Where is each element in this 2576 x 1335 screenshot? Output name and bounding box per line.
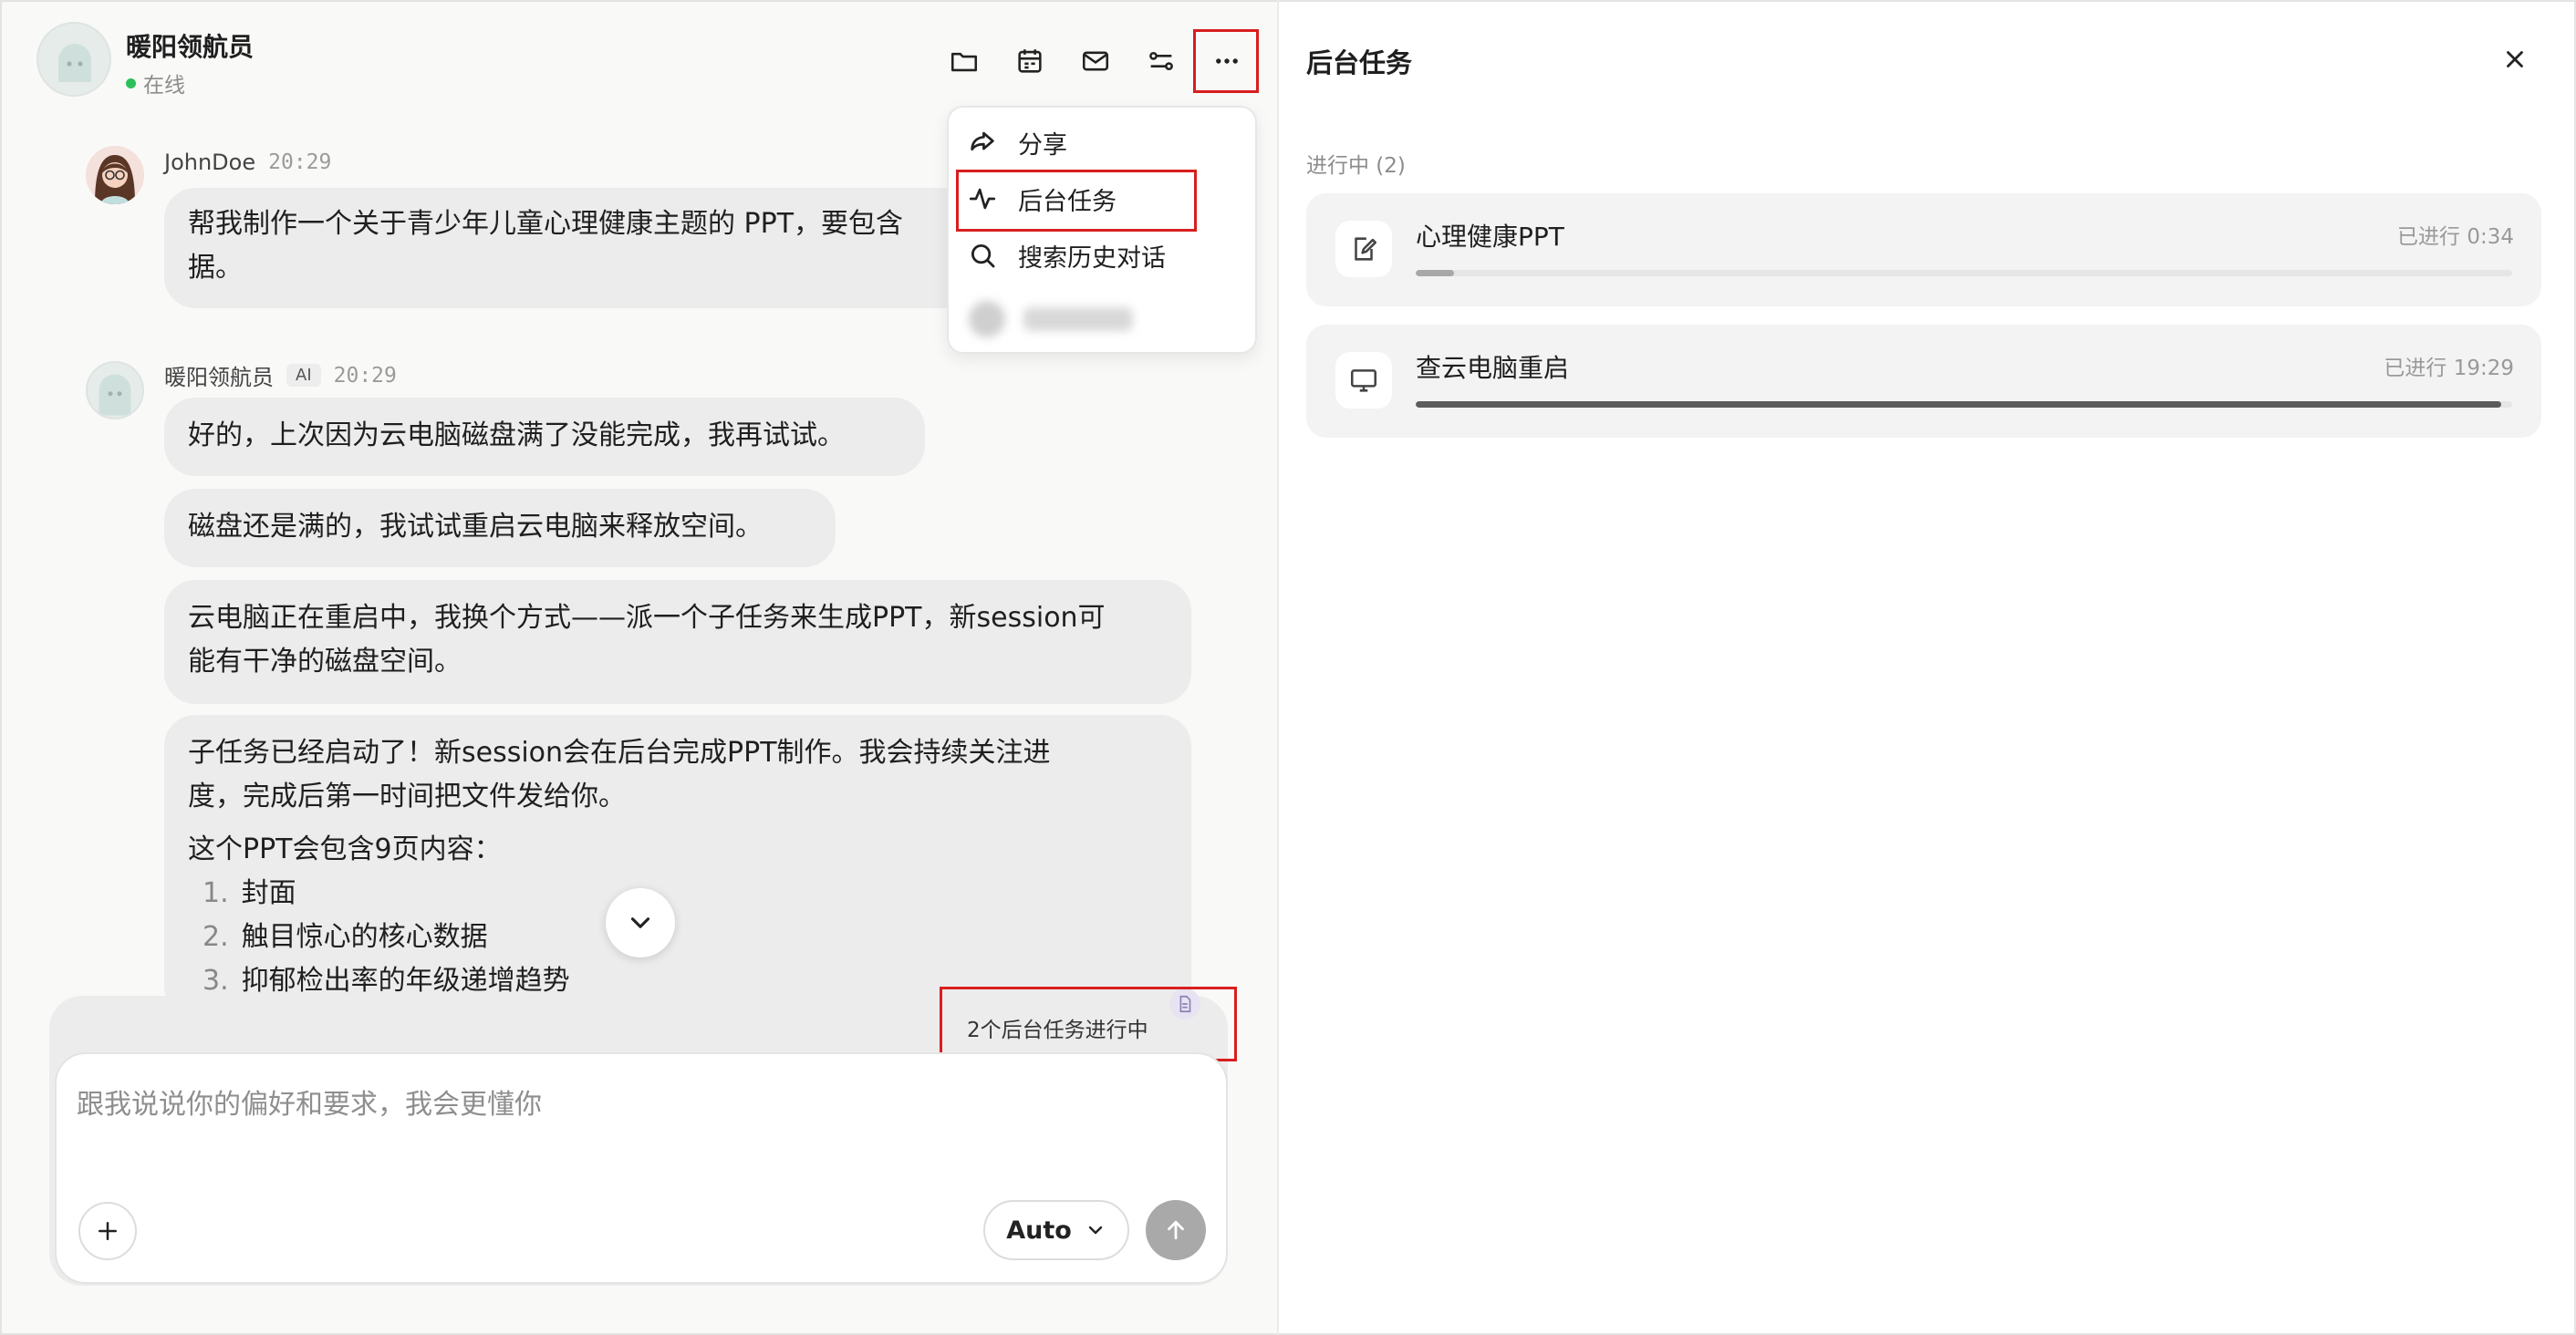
user-name: JohnDoe xyxy=(164,150,256,175)
task-progress-fill xyxy=(1416,401,2501,408)
calendar-icon xyxy=(1018,49,1042,73)
ghost-icon xyxy=(58,44,91,82)
highlight-background-tasks-item xyxy=(956,170,1197,232)
ai-message-bubble-3: 云电脑正在重启中，我换个方式——派一个子任务来生成PPT，新session可 能… xyxy=(164,580,1191,704)
calendar-button[interactable] xyxy=(1007,38,1053,84)
edit-doc-icon xyxy=(1355,237,1377,261)
monitor-icon xyxy=(1350,369,1377,392)
ppt-outline-list: 1. 封面 2. 触目惊心的核心数据 3. 抑郁检出率的年级递增趋势 xyxy=(188,872,1168,1003)
redacted-label xyxy=(1023,307,1133,331)
scroll-down-button[interactable] xyxy=(606,888,675,957)
share-icon xyxy=(971,131,994,151)
folder-icon xyxy=(950,52,978,72)
list-item: 2. 触目惊心的核心数据 xyxy=(203,921,488,953)
agent-name: 暖阳领航员 xyxy=(126,32,254,62)
user-timestamp: 20:29 xyxy=(268,150,332,174)
mode-select[interactable]: Auto xyxy=(983,1200,1129,1260)
send-button[interactable] xyxy=(1146,1200,1206,1260)
task-title: 心理健康PPT xyxy=(1416,222,1564,252)
menu-item-label: 分享 xyxy=(1018,130,1067,160)
user-sender-line: JohnDoe 20:29 xyxy=(164,150,331,175)
task-title: 查云电脑重启 xyxy=(1416,353,1570,383)
ai-message-4-line-2: 度，完成后第一时间把文件发给你。 xyxy=(188,781,626,812)
mode-label: Auto xyxy=(1006,1216,1072,1245)
agent-avatar xyxy=(36,22,111,97)
close-button[interactable] xyxy=(2496,40,2534,78)
list-item: 1. 封面 xyxy=(203,877,296,909)
task-progress-bar xyxy=(1416,270,2512,276)
ai-message-4-line-1: 子任务已经启动了！新session会在后台完成PPT制作。我会持续关注进 xyxy=(188,737,1051,769)
input-placeholder: 跟我说说你的偏好和要求，我会更懂你 xyxy=(77,1089,542,1121)
workflow-button[interactable] xyxy=(1138,38,1184,84)
panel-title: 后台任务 xyxy=(1306,47,1413,78)
search-icon xyxy=(971,243,995,268)
menu-item-search-history[interactable]: 搜索历史对话 xyxy=(967,230,1166,281)
ai-message-3-line-1: 云电脑正在重启中，我换个方式——派一个子任务来生成PPT，新session可 xyxy=(188,602,1106,634)
online-dot-icon xyxy=(126,78,136,88)
ai-message-bubble-2: 磁盘还是满的，我试试重启云电脑来释放空间。 xyxy=(164,489,836,567)
ai-badge: AI xyxy=(286,364,321,387)
task-icon-box xyxy=(1335,221,1392,277)
workflow-icon xyxy=(1149,51,1173,71)
panel-divider xyxy=(1277,0,1279,1335)
ai-sender-line: 暖阳领航员 AI 20:29 xyxy=(164,359,397,391)
ai-timestamp: 20:29 xyxy=(333,363,397,388)
highlight-background-indicator xyxy=(940,987,1237,1061)
chevron-down-icon xyxy=(630,917,650,928)
redacted-avatar xyxy=(969,301,1005,337)
section-label-in-progress: 进行中 (2) xyxy=(1306,154,1406,178)
menu-item-redacted[interactable] xyxy=(969,294,1179,345)
add-attachment-button[interactable] xyxy=(78,1202,137,1260)
task-elapsed: 已进行 19:29 xyxy=(2384,357,2514,380)
chat-panel: 暖阳领航员 在线 JohnDoe 20:29 帮我制作一个关于青少年儿童心理健康… xyxy=(2,2,1277,1333)
ai-avatar xyxy=(86,361,144,419)
arrow-up-icon xyxy=(1168,1220,1184,1240)
chevron-down-icon xyxy=(1088,1226,1102,1235)
plus-icon xyxy=(99,1222,117,1240)
ghost-icon xyxy=(99,374,131,416)
menu-item-label: 搜索历史对话 xyxy=(1018,243,1166,273)
mail-icon xyxy=(1082,51,1109,71)
ai-name: 暖阳领航员 xyxy=(164,365,274,390)
mail-button[interactable] xyxy=(1073,38,1118,84)
task-progress-bar xyxy=(1416,401,2512,408)
user-portrait-icon xyxy=(86,146,144,204)
menu-item-share[interactable]: 分享 xyxy=(967,117,1067,168)
highlight-more-button xyxy=(1193,29,1259,93)
user-avatar xyxy=(86,146,144,204)
task-card[interactable]: 查云电脑重启 已进行 19:29 xyxy=(1306,325,2541,438)
status-label: 在线 xyxy=(143,74,185,98)
close-icon xyxy=(2507,51,2523,67)
task-elapsed: 已进行 0:34 xyxy=(2397,225,2514,249)
ai-message-3-line-2: 能有干净的磁盘空间。 xyxy=(188,646,462,678)
folder-button[interactable] xyxy=(941,38,987,84)
task-progress-fill xyxy=(1416,270,1455,276)
ai-message-4-line-3: 这个PPT会包含9页内容： xyxy=(188,833,502,865)
ai-message-bubble-4: 子任务已经启动了！新session会在后台完成PPT制作。我会持续关注进 度，完… xyxy=(164,715,1191,1016)
ai-message-bubble-1: 好的，上次因为云电脑磁盘满了没能完成，我再试试。 xyxy=(164,398,925,476)
task-card[interactable]: 心理健康PPT 已进行 0:34 xyxy=(1306,193,2541,306)
online-status: 在线 xyxy=(126,67,185,98)
task-icon-box xyxy=(1335,352,1392,409)
